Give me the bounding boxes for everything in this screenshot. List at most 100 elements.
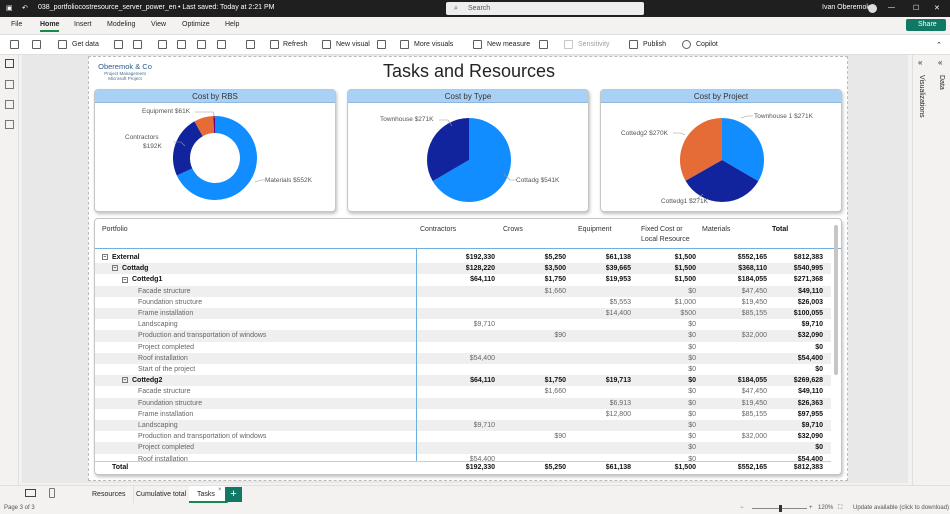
publish-button[interactable]: Publish: [643, 41, 666, 48]
minimize-icon[interactable]: —: [888, 4, 895, 11]
new-measure-icon[interactable]: [473, 40, 482, 49]
data-label: Townhouse $271K: [380, 116, 434, 123]
table-cell: $812,383: [793, 254, 823, 261]
tab-cumulative-total[interactable]: Cumulative total: [128, 486, 196, 503]
excel-icon[interactable]: [114, 40, 123, 49]
tasks-matrix[interactable]: Portfolio Contractors Crows Equipment Fi…: [94, 218, 842, 475]
collapse-ribbon-icon[interactable]: ⌃: [936, 41, 942, 49]
saved-status[interactable]: • Last saved: Today at 2:21 PM: [178, 4, 275, 11]
column-header[interactable]: Equipment: [578, 225, 611, 235]
table-cell: $19,713: [605, 377, 631, 385]
fit-page-icon[interactable]: ⛶: [838, 505, 842, 512]
table-cell: $47,450: [741, 388, 767, 396]
avatar[interactable]: [868, 4, 877, 13]
table-cell: $184,055: [737, 276, 767, 284]
visualizations-pane-tab[interactable]: Visualizations: [918, 75, 925, 118]
collapse-toggle-icon[interactable]: −: [112, 265, 118, 272]
row-label: − Cottedg2: [122, 375, 162, 386]
desktop-layout-icon[interactable]: [25, 489, 36, 497]
file-name: 038_portfoliocostresource_server_power_e…: [38, 4, 177, 11]
new-measure-button[interactable]: New measure: [487, 41, 530, 48]
column-header[interactable]: Total: [772, 225, 788, 235]
search-placeholder: Search: [468, 5, 491, 12]
text-box-icon[interactable]: [377, 40, 386, 49]
cost-by-project-visual[interactable]: Cost by Project Townhouse 1 $271K Cotted…: [600, 89, 842, 212]
get-data-icon[interactable]: [58, 40, 67, 49]
menu-view[interactable]: View: [151, 21, 166, 28]
zoom-out-icon[interactable]: −: [740, 505, 744, 511]
collapse-toggle-icon[interactable]: −: [122, 276, 128, 283]
transform-icon[interactable]: [246, 40, 255, 49]
copilot-button[interactable]: Copilot: [696, 41, 718, 48]
more-visuals-button[interactable]: More visuals: [414, 41, 453, 48]
menu-modeling[interactable]: Modeling: [107, 21, 135, 28]
close-tab-icon[interactable]: ×: [218, 487, 222, 493]
column-header[interactable]: Fixed Cost or Local Resource: [641, 225, 690, 245]
table-cell: $5,553: [609, 298, 631, 306]
undo-icon[interactable]: ↶: [22, 4, 28, 12]
menu-help[interactable]: Help: [225, 21, 239, 28]
tab-tasks[interactable]: Tasks: [189, 486, 228, 503]
sql-icon[interactable]: [158, 40, 167, 49]
table-cell: $500: [680, 310, 696, 317]
search-box[interactable]: ⌕ Search: [446, 2, 644, 15]
datahub-icon[interactable]: [133, 40, 142, 49]
format-painter-icon[interactable]: [32, 40, 41, 49]
add-page-button[interactable]: +: [225, 487, 242, 502]
table-cell: $97,955: [797, 410, 823, 418]
quick-measure-icon[interactable]: [539, 40, 548, 49]
collapse-data-icon[interactable]: «: [938, 58, 942, 67]
menu-insert[interactable]: Insert: [74, 21, 92, 28]
more-visuals-icon[interactable]: [400, 40, 409, 49]
update-notice[interactable]: Update available (click to download): [853, 505, 949, 511]
paste-icon[interactable]: [10, 40, 19, 49]
menu-home[interactable]: Home: [40, 21, 60, 32]
collapse-visualizations-icon[interactable]: «: [918, 58, 922, 67]
recent-sources-icon[interactable]: [217, 40, 226, 49]
model-view-icon[interactable]: [5, 100, 14, 109]
report-view-icon[interactable]: [5, 59, 14, 68]
column-header[interactable]: Materials: [702, 225, 730, 235]
row-label: Frame installation: [138, 308, 193, 319]
collapse-toggle-icon[interactable]: −: [102, 254, 108, 261]
dax-query-icon[interactable]: [5, 120, 14, 129]
project-pie-chart: [673, 115, 764, 203]
menu-file[interactable]: File: [11, 21, 22, 28]
zoom-slider-thumb[interactable]: [779, 505, 782, 512]
cost-by-rbs-visual[interactable]: Cost by RBS Equipment $61K Contractors $…: [94, 89, 336, 212]
refresh-icon[interactable]: [270, 40, 279, 49]
dataverse-icon[interactable]: [197, 40, 206, 49]
refresh-button[interactable]: Refresh: [283, 41, 308, 48]
total-row: Total $192,330 $5,250 $61,138 $1,500 $552,165…: [95, 461, 831, 473]
get-data-button[interactable]: Get data: [72, 41, 99, 48]
new-visual-button[interactable]: New visual: [336, 41, 370, 48]
vertical-scrollbar[interactable]: [834, 225, 838, 375]
title-bar: ▣ ↶ 038_portfoliocostresource_server_pow…: [0, 0, 950, 17]
column-header[interactable]: Crows: [503, 225, 523, 235]
column-header[interactable]: Portfolio: [102, 225, 128, 235]
table-cell: $85,155: [741, 310, 767, 317]
menu-optimize[interactable]: Optimize: [182, 21, 210, 28]
publish-icon[interactable]: [629, 40, 638, 49]
table-cell: $14,400: [605, 310, 631, 317]
close-icon[interactable]: ✕: [934, 4, 940, 12]
user-name[interactable]: Ivan Oberemok: [822, 4, 870, 11]
table-row: Start of the project $0 $0: [95, 364, 831, 375]
new-visual-icon[interactable]: [322, 40, 331, 49]
slice-contractors[interactable]: [173, 121, 203, 176]
collapse-toggle-icon[interactable]: −: [122, 377, 128, 384]
data-pane-tab[interactable]: Data: [938, 75, 945, 90]
maximize-icon[interactable]: ☐: [913, 4, 919, 12]
row-label-text: Cottadg: [122, 265, 149, 273]
cost-by-type-visual[interactable]: Cost by Type Townhouse $271K Cottadg $54…: [347, 89, 589, 212]
table-view-icon[interactable]: [5, 80, 14, 89]
enter-data-icon[interactable]: [177, 40, 186, 49]
zoom-in-icon[interactable]: +: [809, 505, 813, 511]
row-label-text: Frame installation: [138, 410, 194, 418]
mobile-layout-icon[interactable]: [49, 488, 55, 498]
copilot-icon[interactable]: [682, 40, 691, 49]
save-icon[interactable]: ▣: [6, 4, 13, 12]
column-header[interactable]: Contractors: [420, 225, 456, 235]
tab-resources[interactable]: Resources: [84, 486, 135, 503]
share-button[interactable]: Share: [906, 19, 946, 31]
